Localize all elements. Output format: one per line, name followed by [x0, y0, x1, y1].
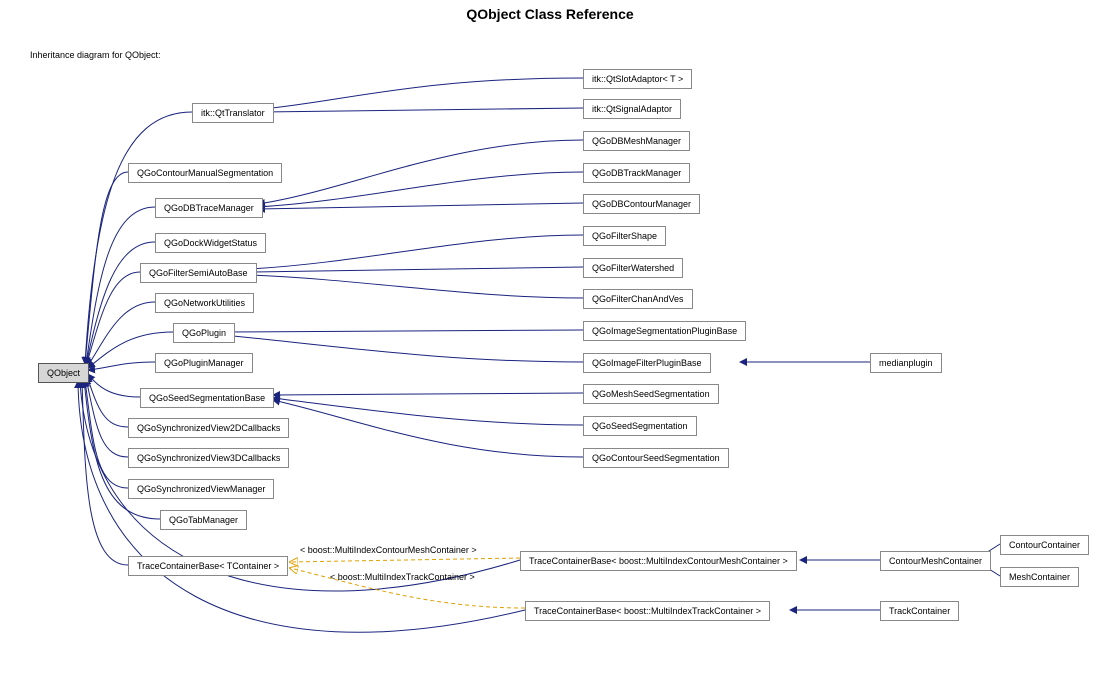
- node-qgocontourseedseg[interactable]: QGoContourSeedSegmentation: [583, 448, 729, 468]
- node-qgocontourmanualsegmentation[interactable]: QGoContourManualSegmentation: [128, 163, 282, 183]
- diagram-caption: Inheritance diagram for QObject:: [30, 50, 161, 60]
- node-qgoimagesegpluginbase[interactable]: QGoImageSegmentationPluginBase: [583, 321, 746, 341]
- node-qgodbtracemanager[interactable]: QGoDBTraceManager: [155, 198, 263, 218]
- node-qgonetworkutilities[interactable]: QGoNetworkUtilities: [155, 293, 254, 313]
- node-trackcontainer[interactable]: TrackContainer: [880, 601, 959, 621]
- node-qgodockwidgetstatus[interactable]: QGoDockWidgetStatus: [155, 233, 266, 253]
- node-qgotabmanager[interactable]: QGoTabManager: [160, 510, 247, 530]
- node-tcb-contourmesh[interactable]: TraceContainerBase< boost::MultiIndexCon…: [520, 551, 797, 571]
- node-qgofilterchanandves[interactable]: QGoFilterChanAndVes: [583, 289, 693, 309]
- node-qtslotadaptor[interactable]: itk::QtSlotAdaptor< T >: [583, 69, 692, 89]
- node-qttranslator[interactable]: itk::QtTranslator: [192, 103, 274, 123]
- node-qgoimagefilterpluginbase[interactable]: QGoImageFilterPluginBase: [583, 353, 711, 373]
- node-tracecontainerbase-t[interactable]: TraceContainerBase< TContainer >: [128, 556, 288, 576]
- node-contourcontainer[interactable]: ContourContainer: [1000, 535, 1089, 555]
- tparam-track: < boost::MultiIndexTrackContainer >: [330, 572, 475, 582]
- page-title: QObject Class Reference: [0, 6, 1100, 22]
- node-qgodbcontourmanager[interactable]: QGoDBContourManager: [583, 194, 700, 214]
- node-qgomeshseedseg[interactable]: QGoMeshSeedSegmentation: [583, 384, 719, 404]
- node-qgosyncview3d[interactable]: QGoSynchronizedView3DCallbacks: [128, 448, 289, 468]
- node-medianplugin[interactable]: medianplugin: [870, 353, 942, 373]
- node-qgoplugin[interactable]: QGoPlugin: [173, 323, 235, 343]
- node-qtsignaladaptor[interactable]: itk::QtSignalAdaptor: [583, 99, 681, 119]
- node-tcb-track[interactable]: TraceContainerBase< boost::MultiIndexTra…: [525, 601, 770, 621]
- node-qgofilterwatershed[interactable]: QGoFilterWatershed: [583, 258, 683, 278]
- node-qgofiltershape[interactable]: QGoFilterShape: [583, 226, 666, 246]
- inheritance-edges: [0, 0, 1100, 679]
- tparam-contourmesh: < boost::MultiIndexContourMeshContainer …: [300, 545, 477, 555]
- node-qgodbtrackmanager[interactable]: QGoDBTrackManager: [583, 163, 690, 183]
- node-meshcontainer[interactable]: MeshContainer: [1000, 567, 1079, 587]
- node-qgofiltersemiautobase[interactable]: QGoFilterSemiAutoBase: [140, 263, 257, 283]
- node-qgopluginmanager[interactable]: QGoPluginManager: [155, 353, 253, 373]
- node-qobject[interactable]: QObject: [38, 363, 89, 383]
- node-qgosyncview2d[interactable]: QGoSynchronizedView2DCallbacks: [128, 418, 289, 438]
- node-qgoseedseg[interactable]: QGoSeedSegmentation: [583, 416, 697, 436]
- node-qgoseedsegmentationbase[interactable]: QGoSeedSegmentationBase: [140, 388, 274, 408]
- node-qgosyncviewmanager[interactable]: QGoSynchronizedViewManager: [128, 479, 274, 499]
- node-qgodbmeshmanager[interactable]: QGoDBMeshManager: [583, 131, 690, 151]
- node-contourmeshcontainer[interactable]: ContourMeshContainer: [880, 551, 991, 571]
